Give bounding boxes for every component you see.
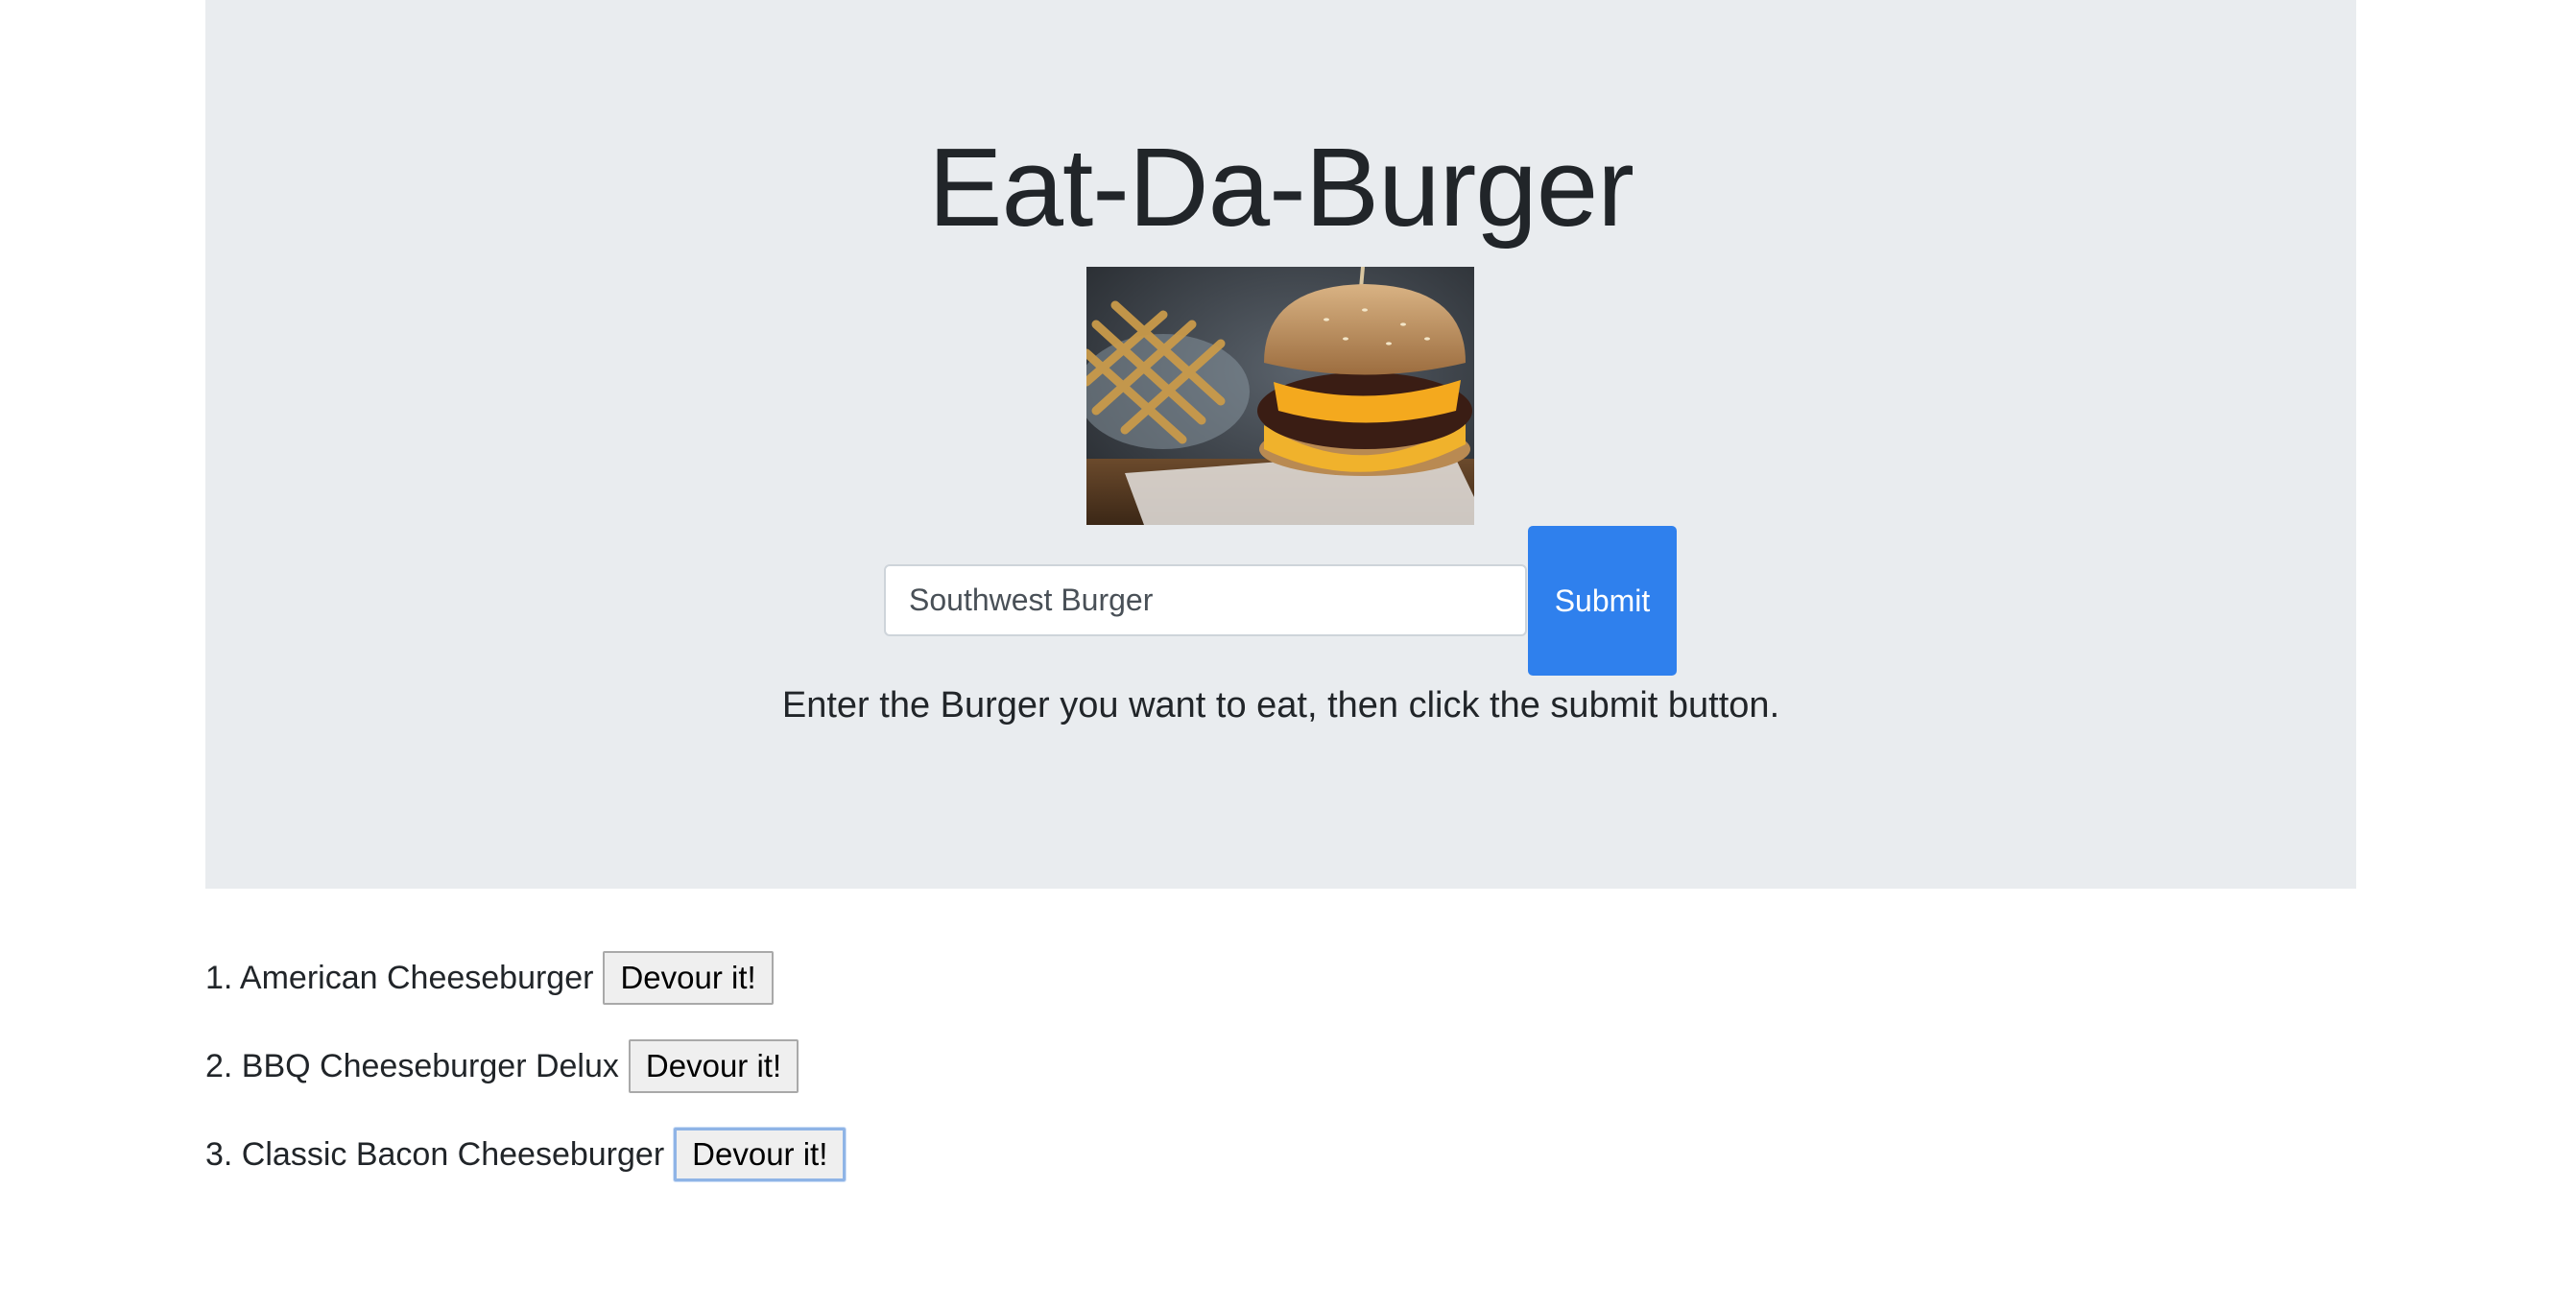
burger-image — [1086, 267, 1474, 525]
burger-name-input[interactable] — [884, 564, 1527, 636]
burger-name: 1. American Cheeseburger — [205, 959, 594, 996]
burger-name: 3. Classic Bacon Cheeseburger — [205, 1135, 665, 1173]
devour-button[interactable]: Devour it! — [674, 1128, 847, 1181]
devour-button[interactable]: Devour it! — [628, 1039, 799, 1093]
list-item: 3. Classic Bacon Cheeseburger Devour it! — [205, 1127, 847, 1182]
list-item: 1. American Cheeseburger Devour it! — [205, 950, 846, 1006]
list-item: 2. BBQ Cheeseburger Delux Devour it! — [205, 1038, 846, 1094]
instruction-text: Enter the Burger you want to eat, then c… — [781, 685, 1780, 726]
burger-photo-icon — [1086, 267, 1474, 525]
submit-button[interactable]: Submit — [1528, 526, 1677, 676]
jumbotron-header: Eat-Da-Burger Southwest Burger Submit En… — [205, 0, 2356, 889]
devour-button[interactable]: Devour it! — [603, 951, 774, 1005]
page-title: Eat-Da-Burger — [928, 125, 1634, 250]
burger-list: 1. American Cheeseburger Devour it! 2. B… — [205, 950, 847, 1215]
burger-name: 2. BBQ Cheeseburger Delux — [205, 1047, 619, 1084]
